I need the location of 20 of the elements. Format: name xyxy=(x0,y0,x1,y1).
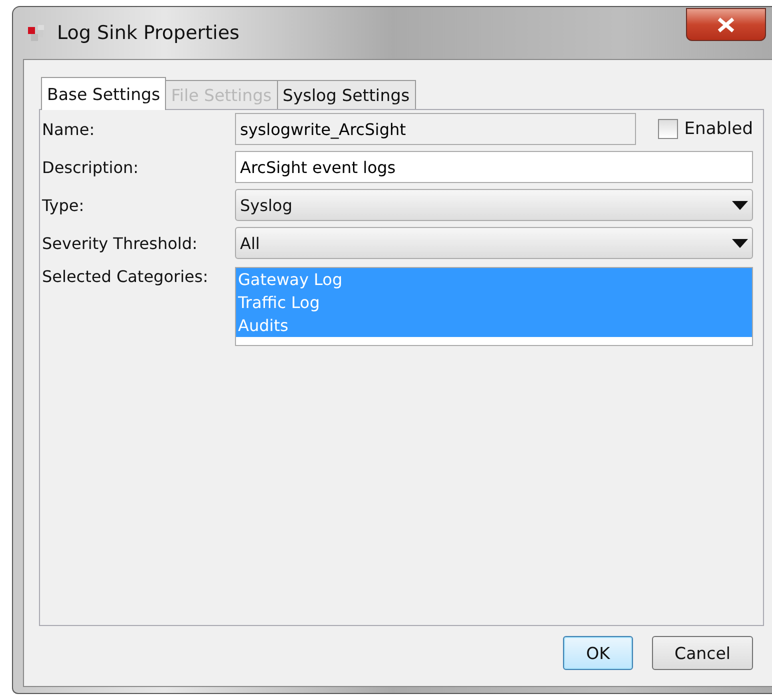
caret-icon xyxy=(732,200,748,210)
field-label: Selected Categories: xyxy=(42,267,210,286)
app-icon xyxy=(27,24,47,42)
close-icon xyxy=(716,16,736,32)
dialog-button[interactable]: OK xyxy=(563,636,633,670)
tab[interactable]: Base Settings xyxy=(41,77,166,110)
description-field[interactable]: ArcSight event logs xyxy=(235,151,753,183)
field-label: Severity Threshold: xyxy=(42,234,198,252)
window-title: Log Sink Properties xyxy=(57,22,240,44)
field-label: Description: xyxy=(42,158,140,176)
enabled-checkbox[interactable]: Enabled xyxy=(658,119,753,139)
tab[interactable]: Syslog Settings xyxy=(276,80,416,109)
dropdown[interactable]: All xyxy=(235,227,753,259)
caret-icon xyxy=(732,238,748,248)
name-field[interactable]: syslogwrite_ArcSight xyxy=(235,113,636,145)
close-button[interactable] xyxy=(686,8,766,41)
field-label: Name: xyxy=(42,120,96,138)
dropdown[interactable]: Syslog xyxy=(235,189,753,221)
field-label: Type: xyxy=(42,196,86,214)
dialog-button[interactable]: Cancel xyxy=(652,636,753,670)
